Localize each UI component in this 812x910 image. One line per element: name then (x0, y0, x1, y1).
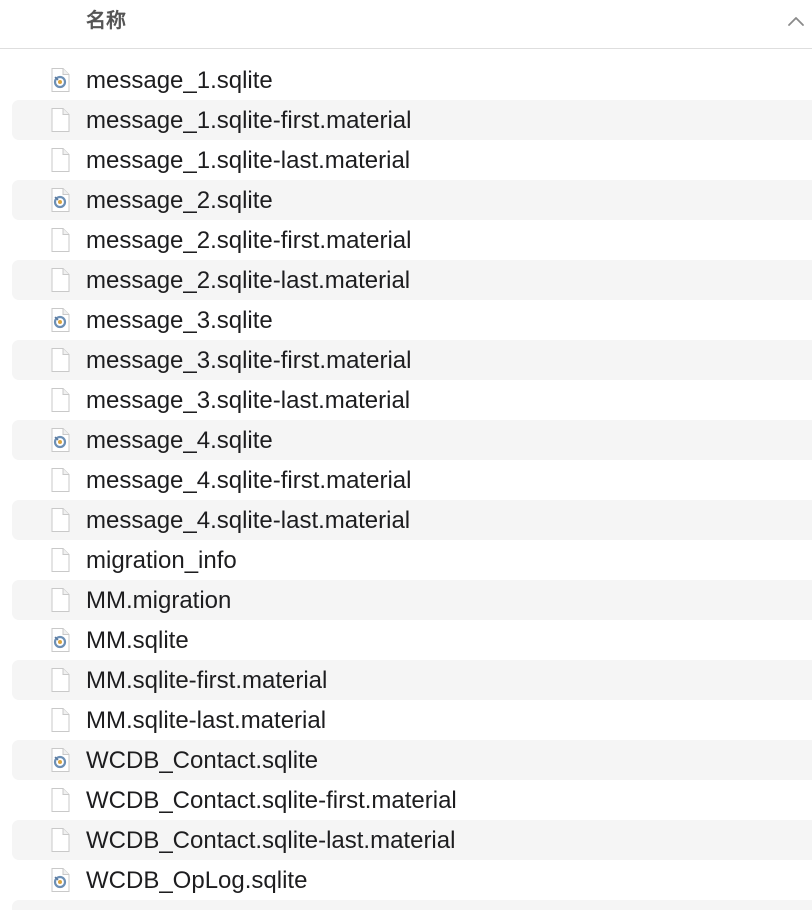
sqlite-db-icon (47, 67, 73, 93)
file-row[interactable]: message_4.sqlite-last.material (12, 500, 812, 540)
file-row[interactable]: message_4.sqlite (12, 420, 812, 460)
file-name: WCDB_Contact.sqlite-first.material (86, 787, 457, 814)
finder-list-view: 名称 message_1.sqlite message_1.sqlite-firs… (0, 0, 812, 910)
document-icon (47, 387, 73, 413)
sqlite-db-icon (47, 307, 73, 333)
document-icon (47, 467, 73, 493)
file-name: WCDB_Contact.sqlite-last.material (86, 827, 456, 854)
file-row[interactable]: WCDB_OpLog.sqlite (12, 860, 812, 900)
file-list: message_1.sqlite message_1.sqlite-first.m… (0, 60, 812, 910)
file-name: message_2.sqlite (86, 187, 273, 214)
file-row[interactable]: message_3.sqlite-last.material (12, 380, 812, 420)
document-icon (47, 827, 73, 853)
file-row[interactable]: message_2.sqlite-last.material (12, 260, 812, 300)
name-column-header[interactable]: 名称 (86, 6, 126, 34)
file-row[interactable]: MM.sqlite-first.material (12, 660, 812, 700)
document-icon (47, 267, 73, 293)
file-name: MM.sqlite-last.material (86, 707, 327, 734)
file-row[interactable]: WCDB_Contact.sqlite-first.material (12, 780, 812, 820)
file-name: MM.sqlite (86, 627, 189, 654)
document-icon (47, 347, 73, 373)
document-icon (47, 787, 73, 813)
file-name: WCDB_OpLog.sqlite (86, 867, 308, 894)
file-row[interactable]: MM.sqlite-last.material (12, 700, 812, 740)
chevron-up-icon[interactable] (784, 10, 808, 34)
file-name: message_3.sqlite-last.material (86, 387, 411, 414)
file-name: message_2.sqlite-last.material (86, 267, 411, 294)
file-name: MM.sqlite-first.material (86, 667, 328, 694)
file-row[interactable]: message_4.sqlite-first.material (12, 460, 812, 500)
file-row[interactable]: message_1.sqlite-first.material (12, 100, 812, 140)
file-name: message_4.sqlite-last.material (86, 507, 411, 534)
file-row[interactable]: message_2.sqlite (12, 180, 812, 220)
file-name: message_3.sqlite (86, 307, 273, 334)
sqlite-db-icon (47, 747, 73, 773)
file-name: message_2.sqlite-first.material (86, 227, 412, 254)
column-header-bar: 名称 (0, 0, 812, 49)
file-name: message_4.sqlite-first.material (86, 467, 412, 494)
file-row[interactable]: message_1.sqlite (12, 60, 812, 100)
sqlite-db-icon (47, 187, 73, 213)
document-icon (47, 147, 73, 173)
sqlite-db-icon (47, 867, 73, 893)
document-icon (47, 587, 73, 613)
document-icon (47, 107, 73, 133)
file-row[interactable]: WCDB_Contact.sqlite-last.material (12, 820, 812, 860)
file-row[interactable]: message_1.sqlite-last.material (12, 140, 812, 180)
file-name: MM.migration (86, 587, 232, 614)
document-icon (47, 667, 73, 693)
sqlite-db-icon (47, 427, 73, 453)
document-icon (47, 227, 73, 253)
sqlite-db-icon (47, 627, 73, 653)
file-name: message_1.sqlite-last.material (86, 147, 411, 174)
file-row[interactable]: MM.sqlite (12, 620, 812, 660)
file-row[interactable]: message_2.sqlite-first.material (12, 220, 812, 260)
file-row[interactable] (12, 900, 812, 910)
file-row[interactable]: MM.migration (12, 580, 812, 620)
file-row[interactable]: WCDB_Contact.sqlite (12, 740, 812, 780)
file-row[interactable]: message_3.sqlite (12, 300, 812, 340)
file-name: WCDB_Contact.sqlite (86, 747, 319, 774)
file-name: migration_info (86, 547, 237, 574)
document-icon (47, 507, 73, 533)
file-name: message_1.sqlite-first.material (86, 107, 412, 134)
file-row[interactable]: message_3.sqlite-first.material (12, 340, 812, 380)
document-icon (47, 707, 73, 733)
file-name: message_4.sqlite (86, 427, 273, 454)
document-icon (47, 547, 73, 573)
file-name: message_1.sqlite (86, 67, 273, 94)
file-row[interactable]: migration_info (12, 540, 812, 580)
file-name: message_3.sqlite-first.material (86, 347, 412, 374)
